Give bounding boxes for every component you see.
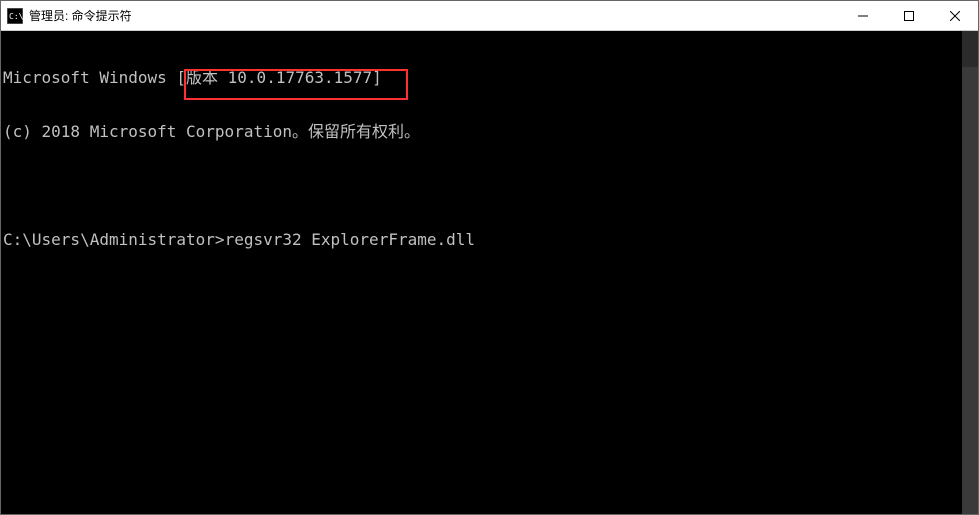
vertical-scrollbar[interactable] (962, 31, 978, 514)
window-title: 管理员: 命令提示符 (29, 7, 132, 24)
terminal-command: regsvr32 ExplorerFrame.dll (225, 230, 475, 249)
scrollbar-thumb[interactable] (962, 67, 978, 514)
maximize-button[interactable] (886, 1, 932, 31)
minimize-button[interactable] (840, 1, 886, 31)
svg-text:C:\: C:\ (9, 12, 23, 21)
cmd-icon: C:\ (7, 8, 23, 24)
window-controls (840, 1, 978, 30)
terminal-prompt: C:\Users\Administrator> (3, 230, 225, 249)
terminal-line-version: Microsoft Windows [版本 10.0.17763.1577] (3, 69, 978, 87)
terminal-area[interactable]: Microsoft Windows [版本 10.0.17763.1577] (… (1, 31, 978, 514)
terminal-blank-line (3, 177, 978, 195)
titlebar: C:\ 管理员: 命令提示符 (1, 1, 978, 31)
terminal-prompt-line: C:\Users\Administrator>regsvr32 Explorer… (3, 231, 978, 249)
titlebar-left: C:\ 管理员: 命令提示符 (1, 7, 132, 24)
terminal-line-copyright: (c) 2018 Microsoft Corporation。保留所有权利。 (3, 123, 978, 141)
close-button[interactable] (932, 1, 978, 31)
